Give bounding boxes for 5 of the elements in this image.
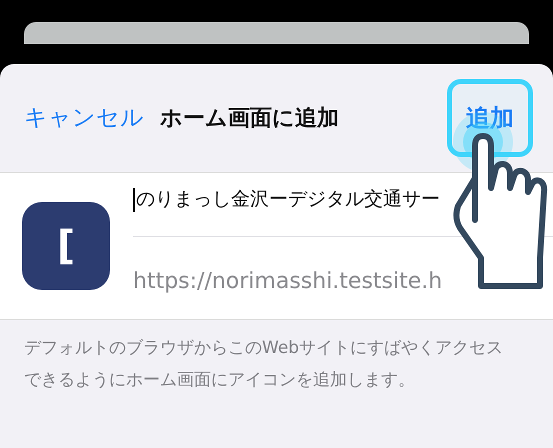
sheet-title: ホーム画面に追加: [160, 104, 339, 132]
cancel-button[interactable]: キャンセル: [24, 100, 144, 136]
description-text: デフォルトのブラウザからこのWebサイトにすばやくアクセスできるようにホーム画面にアイコンを追加します。: [23, 337, 504, 392]
app-icon: [: [22, 202, 110, 290]
url-text: https://norimasshi.testsite.h: [133, 268, 444, 296]
